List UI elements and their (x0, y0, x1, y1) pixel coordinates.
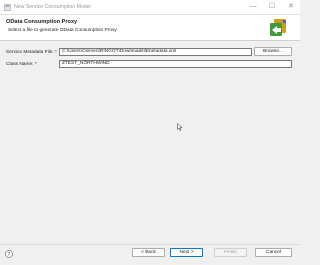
minimize-icon[interactable]: — (247, 2, 259, 12)
svg-text:?: ? (8, 252, 11, 258)
finish-button[interactable]: Finish (214, 248, 247, 257)
footer-separator (0, 244, 300, 245)
help-icon[interactable]: ? (5, 250, 13, 258)
metadata-file-label: Service Metadata File: * (6, 50, 57, 55)
metadata-file-input[interactable]: C:\Users\ClementRINGOT\Downloads\$metada… (59, 48, 252, 56)
cancel-button[interactable]: Cancel (255, 248, 292, 257)
window-title: New Service Consumption Model (14, 4, 91, 10)
page-subtitle: Select a file to generate OData Consumpt… (8, 28, 117, 33)
maximize-icon[interactable]: ☐ (266, 2, 278, 12)
class-name-label: Class Name: * (6, 62, 37, 67)
class-name-input[interactable]: ZTEST_NORTHWIND (59, 60, 292, 68)
page-title: OData Consumption Proxy (6, 19, 78, 25)
wizard-banner-icon (270, 19, 286, 36)
eclipse-wizard-icon (4, 4, 11, 11)
browse-button[interactable]: Browse... (254, 47, 292, 56)
close-icon[interactable]: ✕ (285, 2, 297, 12)
next-button[interactable]: Next > (170, 248, 203, 257)
back-button[interactable]: < Back (132, 248, 165, 257)
mouse-cursor-icon (177, 123, 183, 131)
